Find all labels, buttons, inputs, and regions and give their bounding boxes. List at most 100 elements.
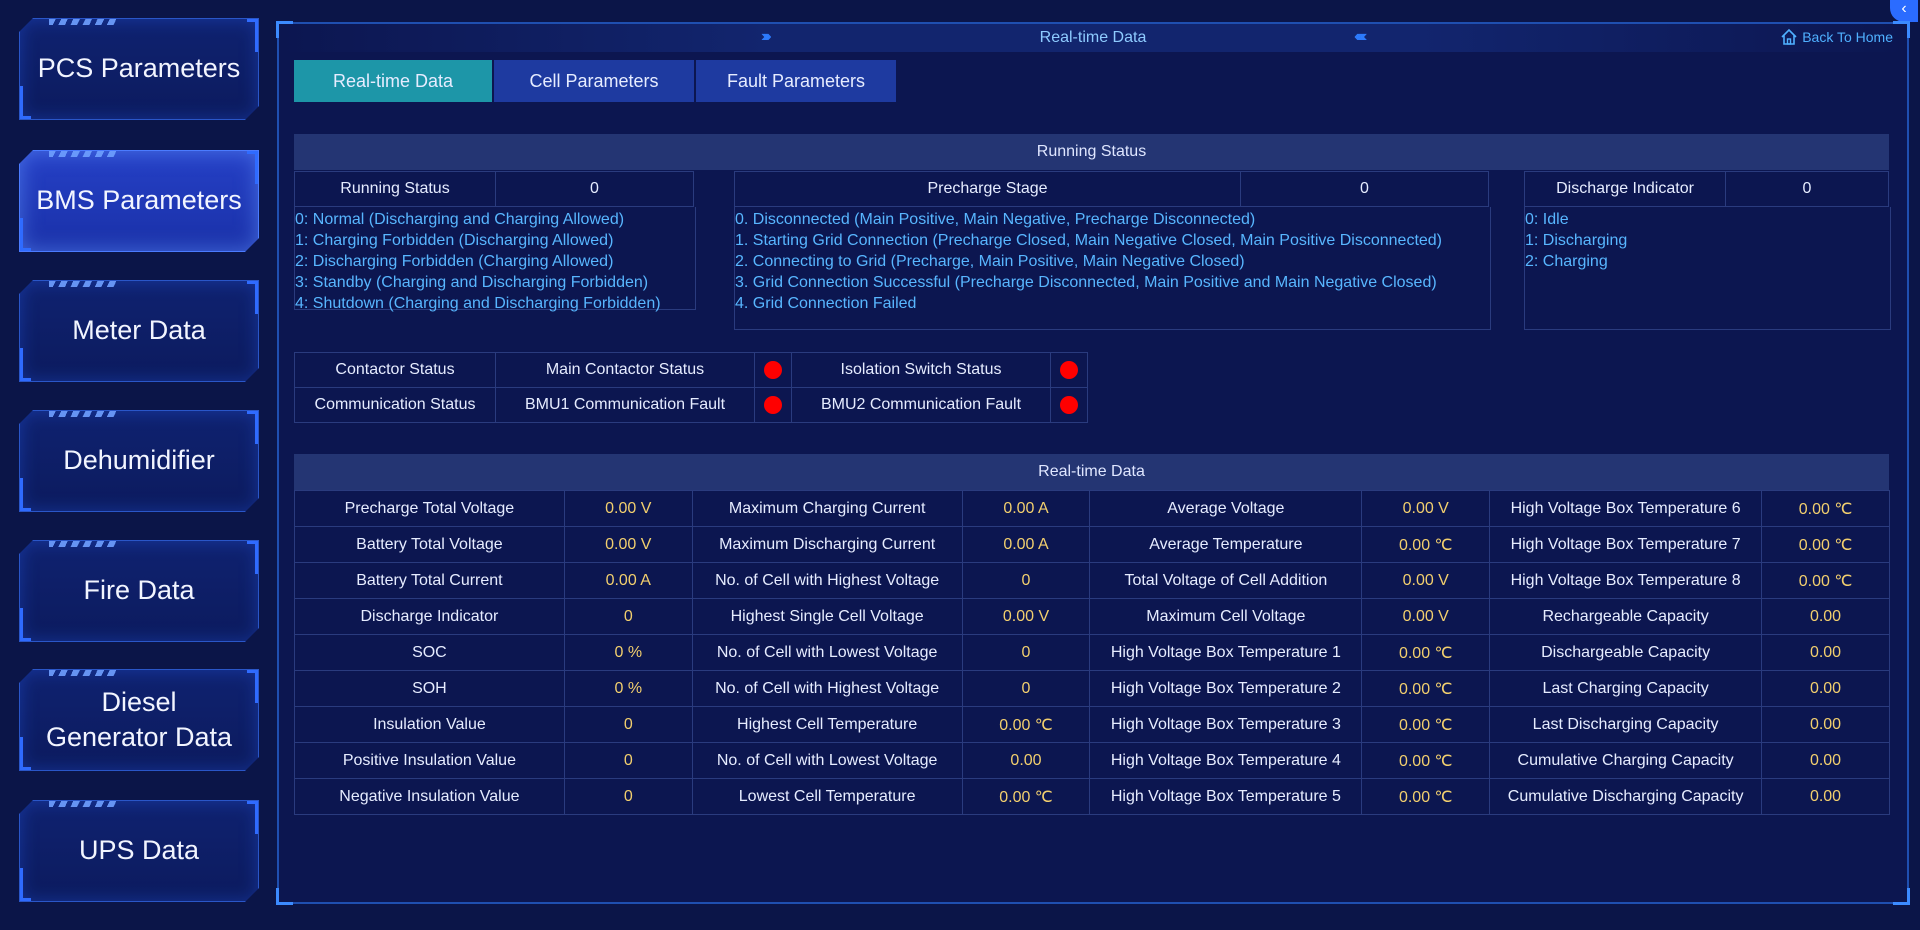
realtime-data-table: Precharge Total Voltage 0.00 V Maximum Cha… [294,490,1890,815]
main-contactor-indicator [754,352,792,388]
data-value: 0.00 A [961,490,1091,527]
precharge-stage-options: 0. Disconnected (Main Positive, Main Neg… [734,207,1491,330]
data-label: No. of Cell with Highest Voltage [691,562,963,599]
data-label: Insulation Value [294,706,565,743]
data-value: 0.00 [961,742,1091,779]
main-panel: ››››› Real-time Data ‹‹‹‹‹‹‹ Back To Hom… [276,21,1910,905]
data-value: 0 [961,562,1091,599]
sidebar-item-label: Dehumidifier [63,445,215,476]
discharge-indicator-table: Discharge Indicator 0 [1524,171,1889,207]
data-label: Precharge Total Voltage [294,490,565,527]
data-label: No. of Cell with Lowest Voltage [691,634,963,671]
data-value: 0.00 V [1361,562,1491,599]
data-label: Battery Total Voltage [294,526,565,563]
isolation-switch-status-label: Isolation Switch Status [791,352,1051,388]
data-value: 0.00 [1761,670,1890,707]
discharge-indicator-value: 0 [1725,171,1889,207]
data-value: 0 % [563,670,693,707]
back-to-home-label: Back To Home [1802,29,1893,45]
decor-stripes [49,281,119,287]
data-value: 0.00 ℃ [961,706,1091,743]
data-label: No. of Cell with Lowest Voltage [691,742,963,779]
data-label: Average Voltage [1089,490,1363,527]
title-bar: ››››› Real-time Data ‹‹‹‹‹‹‹ Back To Hom… [279,24,1907,52]
data-value: 0.00 [1761,742,1890,779]
back-to-home-button[interactable]: Back To Home [1780,28,1893,46]
data-value: 0.00 A [961,526,1091,563]
collapse-chevron-left-icon[interactable]: ‹ [1890,0,1918,22]
discharge-indicator-options: 0: Idle 1: Discharging 2: Charging [1524,207,1891,330]
table-row: Positive Insulation Value 0 No. of Cell wi… [294,742,1890,779]
data-label: High Voltage Box Temperature 7 [1489,526,1763,563]
communication-status-label: Communication Status [294,387,496,423]
data-value: 0.00 ℃ [1761,490,1890,527]
data-label: Positive Insulation Value [294,742,565,779]
home-icon [1781,28,1797,45]
decor-stripes [49,541,119,547]
table-row: SOH 0 % No. of Cell with Highest Voltage 0 H… [294,670,1890,707]
running-status-label: Running Status [294,171,496,207]
data-label: High Voltage Box Temperature 1 [1089,634,1363,671]
data-label: High Voltage Box Temperature 5 [1089,778,1363,815]
isolation-switch-indicator [1050,352,1088,388]
sidebar-item-ups-data[interactable]: UPS Data [19,800,259,902]
data-value: 0.00 ℃ [1361,670,1491,707]
data-value: 0.00 [1761,706,1890,743]
tab-fault-parameters[interactable]: Fault Parameters [696,60,896,102]
data-value: 0.00 ℃ [1361,526,1491,563]
data-value: 0.00 ℃ [1761,562,1890,599]
data-label: Maximum Cell Voltage [1089,598,1363,635]
table-row: Negative Insulation Value 0 Lowest Cell Te… [294,778,1890,815]
data-label: High Voltage Box Temperature 4 [1089,742,1363,779]
status-dot-icon [1060,395,1078,414]
data-value: 0 [961,670,1091,707]
tab-real-time-data[interactable]: Real-time Data [294,60,492,102]
data-value: 0.00 [1761,598,1890,635]
contactor-status-label: Contactor Status [294,352,496,388]
data-label: Rechargeable Capacity [1489,598,1763,635]
page-title: Real-time Data [1039,29,1147,46]
data-label: Negative Insulation Value [294,778,565,815]
sidebar-item-fire-data[interactable]: Fire Data [19,540,259,642]
sidebar: PCS Parameters BMS Parameters Meter Data… [0,0,270,930]
tab-cell-parameters[interactable]: Cell Parameters [494,60,694,102]
sidebar-item-meter-data[interactable]: Meter Data [19,280,259,382]
data-label: Highest Single Cell Voltage [691,598,963,635]
data-value: 0.00 V [1361,598,1491,635]
data-label: High Voltage Box Temperature 2 [1089,670,1363,707]
data-label: Maximum Discharging Current [691,526,963,563]
sidebar-item-label: BMS Parameters [36,185,242,216]
sidebar-item-dehumidifier[interactable]: Dehumidifier [19,410,259,512]
data-value: 0 [961,634,1091,671]
status-dot-icon [764,360,782,379]
data-label: Battery Total Current [294,562,565,599]
sidebar-item-bms-parameters[interactable]: BMS Parameters [19,150,259,252]
bmu1-fault-indicator [754,387,792,423]
data-value: 0 % [563,634,693,671]
sidebar-item-label: PCS Parameters [37,53,241,84]
data-value: 0.00 ℃ [1361,634,1491,671]
main-contactor-status-label: Main Contactor Status [495,352,755,388]
bmu2-fault-label: BMU2 Communication Fault [791,387,1051,423]
decor-stripes [49,670,119,676]
data-label: No. of Cell with Highest Voltage [691,670,963,707]
sidebar-item-diesel-generator-data[interactable]: Diesel Generator Data [19,669,259,771]
data-label: High Voltage Box Temperature 8 [1489,562,1763,599]
data-value: 0.00 V [563,490,693,527]
data-label: High Voltage Box Temperature 3 [1089,706,1363,743]
data-value: 0 [563,742,693,779]
running-status-options: 0: Normal (Discharging and Charging Allo… [294,207,696,312]
data-label: SOH [294,670,565,707]
data-label: Total Voltage of Cell Addition [1089,562,1363,599]
chevrons-left-icon: ‹‹‹‹‹‹‹ [1354,28,1367,45]
data-label: Lowest Cell Temperature [691,778,963,815]
data-value: 0.00 V [961,598,1091,635]
sidebar-item-label: Fire Data [83,575,195,606]
precharge-stage-value: 0 [1240,171,1489,207]
sidebar-item-pcs-parameters[interactable]: PCS Parameters [19,18,259,120]
table-row: Battery Total Voltage 0.00 V Maximum Disch… [294,526,1890,563]
data-label: Maximum Charging Current [691,490,963,527]
status-dot-icon [1060,360,1078,379]
data-label: Cumulative Charging Capacity [1489,742,1763,779]
data-value: 0 [563,778,693,815]
